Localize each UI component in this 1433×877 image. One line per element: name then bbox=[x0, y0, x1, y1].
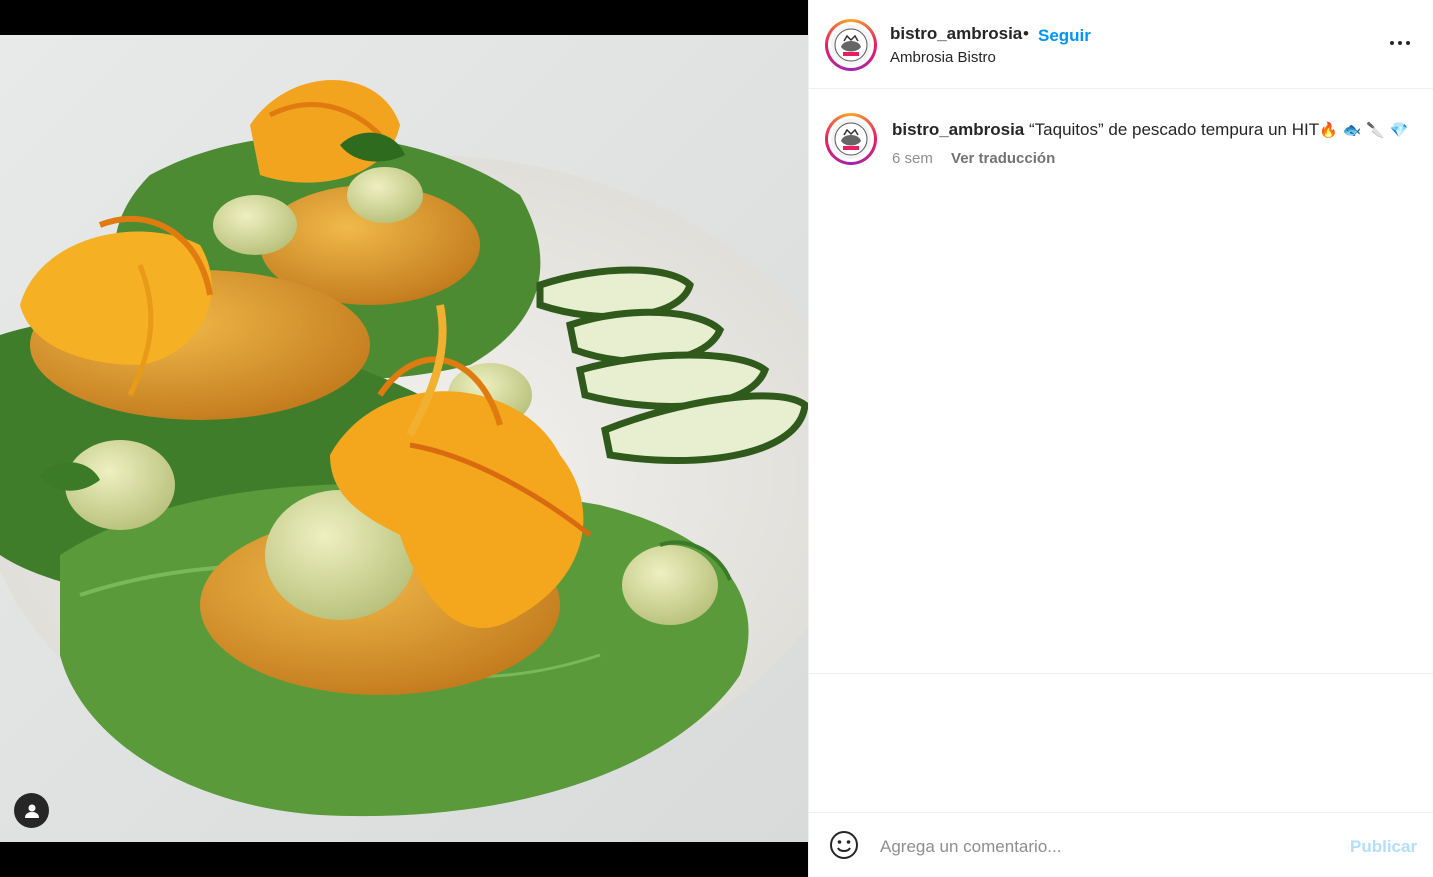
post-caption: bistro_ambrosia “Taquitos” de pescado te… bbox=[892, 119, 1432, 141]
comment-bar: Publicar bbox=[809, 812, 1433, 877]
food-photo-illustration bbox=[0, 35, 808, 842]
bistro-logo-icon bbox=[831, 119, 871, 159]
see-translation-button[interactable]: Ver traducción bbox=[951, 150, 1055, 167]
bistro-logo-icon bbox=[831, 25, 871, 65]
avatar[interactable] bbox=[825, 19, 877, 71]
separator-dot: • bbox=[1023, 24, 1029, 43]
post-header: bistro_ambrosia • Seguir Ambrosia Bistro bbox=[809, 0, 1433, 89]
more-options-icon bbox=[1390, 41, 1394, 45]
caption-emojis: 🔥 🐟 🔪 💎 bbox=[1319, 121, 1409, 139]
post-photo[interactable] bbox=[0, 35, 808, 842]
follow-button[interactable]: Seguir bbox=[1038, 26, 1091, 46]
emoji-smiley-icon bbox=[830, 831, 858, 859]
post-side-panel: bistro_ambrosia • Seguir Ambrosia Bistro bbox=[808, 0, 1433, 877]
header-username[interactable]: bistro_ambrosia bbox=[890, 24, 1022, 44]
instagram-post-window: bistro_ambrosia • Seguir Ambrosia Bistro bbox=[0, 0, 1433, 877]
comment-input[interactable] bbox=[880, 833, 1320, 861]
caption-username[interactable]: bistro_ambrosia bbox=[892, 120, 1024, 139]
more-options-button[interactable] bbox=[1383, 28, 1417, 58]
caption-text: “Taquitos” de pescado tempura un HIT bbox=[1029, 120, 1320, 139]
caption-avatar[interactable] bbox=[825, 113, 877, 165]
publish-button[interactable]: Publicar bbox=[1350, 837, 1417, 857]
location-link[interactable]: Ambrosia Bistro bbox=[890, 49, 996, 66]
post-time[interactable]: 6 sem bbox=[892, 150, 933, 167]
user-tag-button[interactable] bbox=[14, 793, 49, 828]
divider bbox=[809, 673, 1433, 674]
post-media-panel bbox=[0, 0, 808, 877]
caption-meta: 6 sem Ver traducción bbox=[892, 150, 1055, 167]
user-tag-icon bbox=[24, 804, 39, 818]
emoji-button[interactable] bbox=[829, 830, 859, 860]
